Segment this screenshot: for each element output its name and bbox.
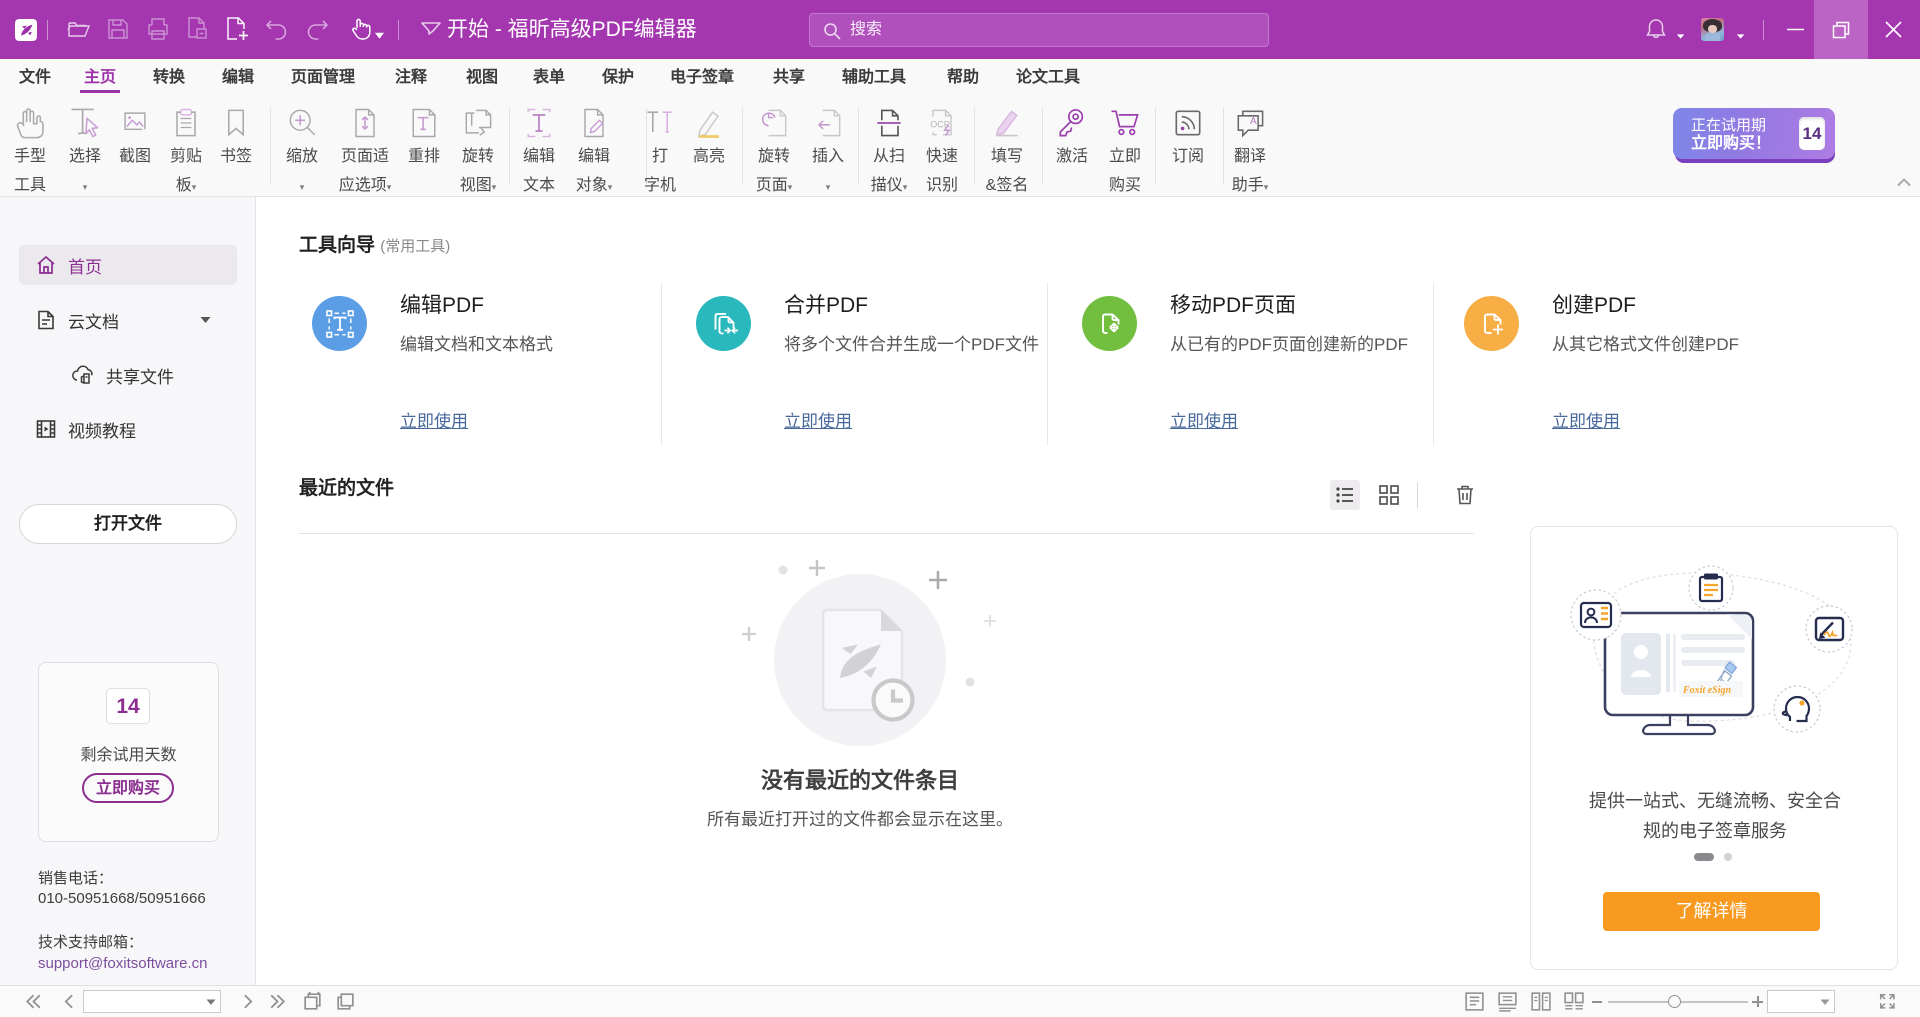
svg-text:A: A	[1250, 116, 1257, 127]
svg-text:Foxit eSign: Foxit eSign	[1682, 685, 1732, 696]
